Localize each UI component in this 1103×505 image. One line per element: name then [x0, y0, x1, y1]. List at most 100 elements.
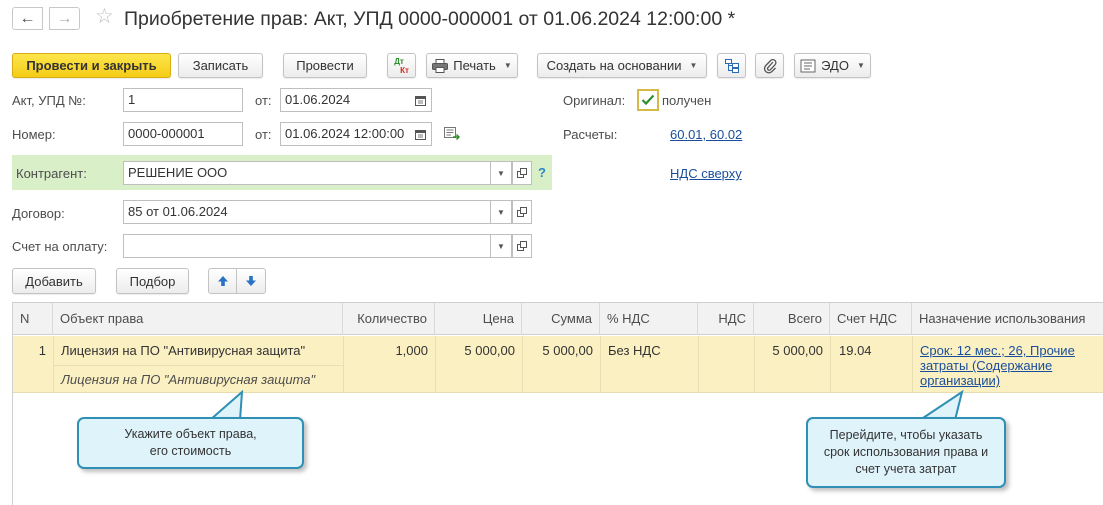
calendar-icon[interactable] — [410, 123, 431, 145]
document-structure-icon — [724, 58, 740, 74]
cell-divider — [53, 365, 343, 366]
cell-object[interactable]: Лицензия на ПО "Антивирусная защита" — [61, 343, 305, 358]
arrow-down-icon — [246, 276, 256, 286]
back-button[interactable]: ← — [12, 7, 43, 30]
dt-kt-button[interactable]: Дт Кт — [387, 53, 416, 78]
column-divider — [830, 336, 831, 393]
cell-sum[interactable]: 5 000,00 — [522, 343, 593, 358]
column-divider — [698, 336, 699, 393]
column-header-object[interactable]: Объект права — [53, 303, 343, 335]
original-label: Оригинал: — [563, 93, 626, 108]
column-header-sum[interactable]: Сумма — [522, 303, 600, 335]
act-date-value: 01.06.2024 — [285, 92, 351, 107]
invoice-field[interactable]: ▼ — [123, 234, 512, 258]
invoice-open-button[interactable] — [512, 234, 532, 258]
print-label: Печать — [453, 58, 496, 73]
move-up-button[interactable] — [208, 268, 237, 294]
column-header-quantity[interactable]: Количество — [343, 303, 435, 335]
invoice-label: Счет на оплату: — [12, 239, 108, 254]
arrow-left-icon: ← — [19, 9, 36, 27]
hint-right-line-1: Перейдите, чтобы указать — [829, 428, 983, 442]
counterparty-value: РЕШЕНИЕ ООО — [128, 165, 228, 180]
cell-quantity[interactable]: 1,000 — [343, 343, 428, 358]
purpose-link-line-1[interactable]: Срок: 12 мес.; 26, Прочие — [920, 343, 1075, 358]
paperclip-icon — [762, 58, 778, 74]
create-based-on-button[interactable]: Создать на основании ▼ — [537, 53, 707, 78]
act-date-field[interactable]: 01.06.2024 — [280, 88, 432, 112]
counterparty-field[interactable]: РЕШЕНИЕ ООО ▼ — [123, 161, 512, 185]
purpose-link-line-2[interactable]: затраты (Содержание — [920, 358, 1075, 373]
table-row[interactable]: 1 Лицензия на ПО "Антивирусная защита" Л… — [13, 336, 1103, 393]
edo-button[interactable]: ЭДО ▼ — [794, 53, 871, 78]
add-row-button[interactable]: Добавить — [12, 268, 96, 294]
act-number-label: Акт, УПД №: — [12, 93, 86, 108]
act-number-field[interactable]: 1 — [123, 88, 243, 112]
hint-callout-object: Укажите объект права, его стоимость — [77, 417, 304, 469]
favorite-star-icon[interactable]: ☆ — [95, 5, 114, 29]
cell-n: 1 — [38, 343, 46, 358]
column-header-vat[interactable]: НДС — [698, 303, 754, 335]
calendar-icon[interactable] — [410, 89, 431, 111]
number-label: Номер: — [12, 127, 56, 142]
original-received-label: получен — [662, 93, 712, 108]
checkmark-icon — [641, 94, 655, 106]
chevron-down-icon[interactable]: ▼ — [490, 201, 511, 223]
hint-right-line-3: счет учета затрат — [855, 462, 957, 476]
move-down-button[interactable] — [237, 268, 266, 294]
purpose-link-line-3[interactable]: организации) — [920, 373, 1075, 388]
column-divider — [600, 336, 601, 393]
hint-left-line-2: его стоимость — [149, 444, 232, 458]
pick-button[interactable]: Подбор — [116, 268, 189, 294]
act-date-label: от: — [255, 93, 272, 108]
chevron-down-icon[interactable]: ▼ — [490, 235, 511, 257]
column-divider — [912, 336, 913, 393]
hint-left-line-1: Укажите объект права, — [124, 427, 257, 441]
post-button[interactable]: Провести — [283, 53, 367, 78]
column-header-price[interactable]: Цена — [435, 303, 522, 335]
open-form-icon — [517, 241, 527, 251]
number-field[interactable]: 0000-000001 — [123, 122, 243, 146]
post-and-close-button[interactable]: Провести и закрыть — [12, 53, 171, 78]
edo-icon — [800, 58, 816, 74]
open-form-icon — [517, 207, 527, 217]
chevron-down-icon[interactable]: ▼ — [490, 162, 511, 184]
arrow-right-icon: → — [56, 9, 73, 27]
save-button[interactable]: Записать — [178, 53, 263, 78]
counterparty-label: Контрагент: — [16, 166, 87, 181]
arrow-up-icon — [217, 276, 228, 286]
vat-on-top-link[interactable]: НДС сверху — [670, 166, 742, 181]
structure-button[interactable] — [717, 53, 746, 78]
number-date-label: от: — [255, 127, 272, 142]
cell-vat-rate[interactable]: Без НДС — [608, 343, 661, 358]
forward-button[interactable]: → — [49, 7, 80, 30]
kt-label: Кт — [400, 65, 409, 75]
open-form-icon — [517, 168, 527, 178]
cell-object-sub[interactable]: Лицензия на ПО "Антивирусная защита" — [61, 372, 315, 387]
settlements-link[interactable]: 60.01, 60.02 — [670, 127, 742, 142]
counterparty-open-button[interactable] — [512, 161, 532, 185]
column-header-vat-rate[interactable]: % НДС — [600, 303, 698, 335]
column-header-vat-account[interactable]: Счет НДС — [830, 303, 912, 335]
help-icon[interactable]: ? — [538, 165, 546, 180]
cell-purpose[interactable]: Срок: 12 мес.; 26, Прочие затраты (Содер… — [920, 343, 1075, 388]
chevron-down-icon: ▼ — [856, 61, 865, 70]
page-title: Приобретение прав: Акт, УПД 0000-000001 … — [124, 8, 736, 30]
hint-callout-purpose: Перейдите, чтобы указать срок использова… — [806, 417, 1006, 488]
column-header-total[interactable]: Всего — [754, 303, 830, 335]
contract-open-button[interactable] — [512, 200, 532, 224]
column-header-purpose[interactable]: Назначение использования — [912, 303, 1103, 335]
original-checkbox[interactable] — [637, 89, 659, 111]
number-date-field[interactable]: 01.06.2024 12:00:00 — [280, 122, 432, 146]
chevron-down-icon: ▼ — [503, 61, 512, 70]
document-list-icon[interactable] — [444, 127, 461, 144]
cell-price[interactable]: 5 000,00 — [435, 343, 515, 358]
attach-file-button[interactable] — [755, 53, 784, 78]
table-header: N Объект права Количество Цена Сумма % Н… — [13, 303, 1103, 335]
hint-right-line-2: срок использования права и — [823, 445, 989, 459]
contract-field[interactable]: 85 от 01.06.2024 ▼ — [123, 200, 512, 224]
cell-vat-account[interactable]: 19.04 — [839, 343, 872, 358]
print-button[interactable]: Печать ▼ — [426, 53, 518, 78]
cell-total[interactable]: 5 000,00 — [754, 343, 823, 358]
column-header-n[interactable]: N — [13, 303, 53, 335]
contract-label: Договор: — [12, 206, 65, 221]
